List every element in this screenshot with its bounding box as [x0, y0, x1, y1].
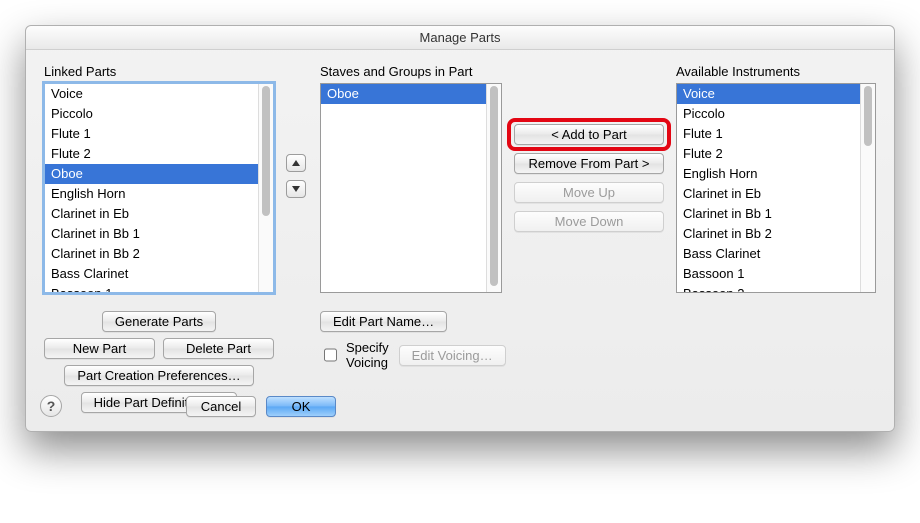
list-item[interactable]: Flute 1: [45, 124, 273, 144]
list-item[interactable]: Voice: [677, 84, 875, 104]
scrollbar-thumb[interactable]: [864, 86, 872, 146]
available-instruments-column: Available Instruments VoicePiccoloFlute …: [676, 64, 876, 413]
reorder-arrows: [286, 64, 308, 413]
linked-parts-label: Linked Parts: [44, 64, 274, 79]
linked-parts-listbox[interactable]: VoicePiccoloFlute 1Flute 2OboeEnglish Ho…: [44, 83, 274, 293]
list-item[interactable]: Piccolo: [45, 104, 273, 124]
list-item[interactable]: Clarinet in Eb: [45, 204, 273, 224]
list-item[interactable]: Flute 2: [45, 144, 273, 164]
list-item[interactable]: Flute 1: [677, 124, 875, 144]
manage-parts-window: Manage Parts Linked Parts VoicePiccoloFl…: [25, 25, 895, 432]
part-assignment-buttons: < Add to Part Remove From Part > Move Up…: [514, 64, 664, 413]
list-item[interactable]: Bassoon 1: [45, 284, 273, 293]
cancel-button[interactable]: Cancel: [186, 396, 256, 417]
list-item[interactable]: Clarinet in Bb 2: [45, 244, 273, 264]
scrollbar-thumb[interactable]: [490, 86, 498, 286]
list-item[interactable]: Piccolo: [677, 104, 875, 124]
edit-part-name-button[interactable]: Edit Part Name…: [320, 311, 447, 332]
list-item[interactable]: Bassoon 1: [677, 264, 875, 284]
staves-label: Staves and Groups in Part: [320, 64, 502, 79]
edit-voicing-button[interactable]: Edit Voicing…: [399, 345, 506, 366]
delete-part-button[interactable]: Delete Part: [163, 338, 274, 359]
list-item[interactable]: English Horn: [677, 164, 875, 184]
dialog-footer-buttons: Cancel OK: [186, 396, 336, 417]
staves-listbox[interactable]: Oboe: [320, 83, 502, 293]
list-item[interactable]: Clarinet in Eb: [677, 184, 875, 204]
list-item[interactable]: Bass Clarinet: [45, 264, 273, 284]
list-item[interactable]: Clarinet in Bb 1: [45, 224, 273, 244]
specify-voicing-checkbox[interactable]: [324, 348, 337, 362]
window-title: Manage Parts: [26, 26, 894, 50]
available-instruments-listbox[interactable]: VoicePiccoloFlute 1Flute 2English HornCl…: [676, 83, 876, 293]
add-to-part-button[interactable]: < Add to Part: [514, 124, 664, 145]
list-item[interactable]: Oboe: [45, 164, 273, 184]
staves-scrollbar[interactable]: [486, 84, 501, 292]
move-down-button[interactable]: Move Down: [514, 211, 664, 232]
remove-from-part-button[interactable]: Remove From Part >: [514, 153, 664, 174]
generate-parts-button[interactable]: Generate Parts: [102, 311, 216, 332]
help-button[interactable]: ?: [40, 395, 62, 417]
scrollbar-thumb[interactable]: [262, 86, 270, 216]
specify-voicing-label: Specify Voicing: [346, 340, 389, 370]
arrow-down-icon[interactable]: [286, 180, 306, 198]
list-item[interactable]: Bass Clarinet: [677, 244, 875, 264]
list-item[interactable]: English Horn: [45, 184, 273, 204]
list-item[interactable]: Flute 2: [677, 144, 875, 164]
list-item[interactable]: Clarinet in Bb 2: [677, 224, 875, 244]
dialog-content: Linked Parts VoicePiccoloFlute 1Flute 2O…: [26, 50, 894, 427]
ok-button[interactable]: OK: [266, 396, 336, 417]
list-item[interactable]: Voice: [45, 84, 273, 104]
new-part-button[interactable]: New Part: [44, 338, 155, 359]
list-item[interactable]: Oboe: [321, 84, 501, 104]
move-up-button[interactable]: Move Up: [514, 182, 664, 203]
list-item[interactable]: Bassoon 2: [677, 284, 875, 293]
linked-parts-scrollbar[interactable]: [258, 84, 273, 292]
part-creation-preferences-button[interactable]: Part Creation Preferences…: [64, 365, 253, 386]
staves-buttons: Edit Part Name… Specify Voicing Edit Voi…: [320, 311, 502, 370]
list-item[interactable]: Clarinet in Bb 1: [677, 204, 875, 224]
available-instruments-label: Available Instruments: [676, 64, 876, 79]
linked-parts-column: Linked Parts VoicePiccoloFlute 1Flute 2O…: [44, 64, 274, 413]
arrow-up-icon[interactable]: [286, 154, 306, 172]
staves-column: Staves and Groups in Part Oboe Edit Part…: [320, 64, 502, 413]
available-scrollbar[interactable]: [860, 84, 875, 292]
